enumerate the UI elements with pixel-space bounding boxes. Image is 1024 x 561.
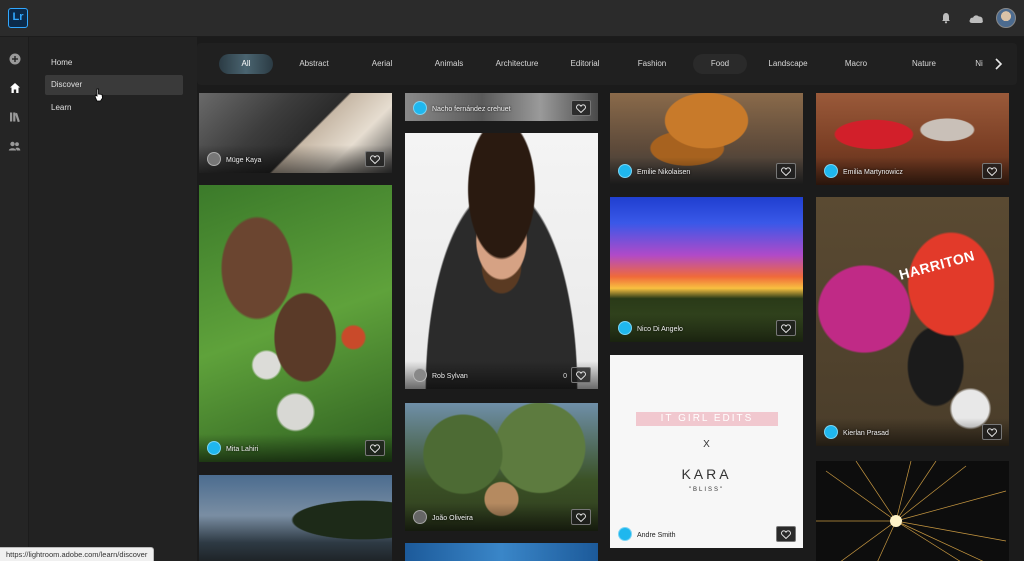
author-name[interactable]: Andre Smith — [637, 532, 676, 539]
photo-image — [816, 461, 1007, 561]
author-avatar[interactable] — [413, 101, 427, 115]
author-name[interactable]: Rob Sylvan — [432, 373, 468, 380]
like-count: 0 — [563, 373, 567, 380]
hand-cursor-icon — [94, 88, 103, 102]
author-name[interactable]: Emilia Martynowicz — [843, 169, 903, 176]
photo-tile[interactable]: HARRITON Kierlan Prasad — [816, 197, 1009, 446]
like-button[interactable] — [982, 424, 1002, 440]
heart-icon — [370, 443, 380, 453]
author-avatar[interactable] — [618, 527, 632, 541]
top-right-icons — [936, 8, 1016, 28]
like-button[interactable] — [365, 440, 385, 456]
photo-tile[interactable]: Rob Sylvan 0 — [405, 133, 598, 389]
author-avatar[interactable] — [618, 164, 632, 178]
nav-item-discover[interactable]: Discover — [45, 75, 183, 95]
discover-feed: All Abstract Aerial Animals Architecture… — [197, 37, 1024, 561]
add-icon[interactable] — [4, 48, 25, 69]
author-avatar[interactable] — [413, 368, 427, 382]
cloud-icon[interactable] — [966, 8, 986, 28]
photo-tile[interactable]: Mita Lahiri — [199, 185, 392, 462]
author-name[interactable]: Kierlan Prasad — [843, 430, 889, 437]
author-avatar[interactable] — [824, 164, 838, 178]
author-name[interactable]: Müge Kaya — [226, 157, 261, 164]
author-avatar[interactable] — [207, 152, 221, 166]
category-chip-abstract[interactable]: Abstract — [287, 54, 341, 74]
heart-icon — [987, 166, 997, 176]
photo-tile[interactable] — [816, 461, 1009, 561]
like-button[interactable] — [365, 151, 385, 167]
heart-icon — [576, 512, 586, 522]
author-avatar[interactable] — [824, 425, 838, 439]
left-rail — [0, 37, 29, 561]
category-chip-animals[interactable]: Animals — [422, 54, 476, 74]
photo-tile[interactable]: Emilia Martynowicz — [816, 93, 1009, 185]
like-button[interactable] — [982, 163, 1002, 179]
category-chip-editorial[interactable]: Editorial — [557, 54, 613, 74]
category-chip-architecture[interactable]: Architecture — [487, 54, 547, 74]
heart-icon — [576, 103, 586, 113]
photo-image — [405, 133, 598, 389]
like-button[interactable] — [776, 526, 796, 542]
category-chip-food[interactable]: Food — [693, 54, 747, 74]
graphic-text-line1: IT GIRL EDITS — [636, 412, 778, 426]
category-chip-aerial[interactable]: Aerial — [355, 54, 409, 74]
photo-tile[interactable]: IT GIRL EDITS X KARA "BLISS" Andre Smith — [610, 355, 803, 548]
category-chip-nature[interactable]: Nature — [897, 54, 951, 74]
photo-tile[interactable]: Nacho fernández crehuet — [405, 93, 598, 121]
photo-tile[interactable]: Emilie Nikolaisen — [610, 93, 803, 185]
author-name[interactable]: Emilie Nikolaisen — [637, 169, 690, 176]
author-name[interactable]: Nico Di Angelo — [637, 326, 683, 333]
photo-tile[interactable]: Nico Di Angelo — [610, 197, 803, 342]
lightroom-logo[interactable]: Lr — [8, 8, 28, 28]
library-icon[interactable] — [4, 106, 25, 127]
top-bar: Lr — [0, 0, 1024, 37]
like-button[interactable] — [571, 509, 591, 525]
author-avatar[interactable] — [207, 441, 221, 455]
nav-item-home[interactable]: Home — [45, 53, 183, 73]
photo-image — [199, 185, 392, 462]
photo-image — [199, 475, 392, 561]
photo-tile[interactable]: Müge Kaya — [199, 93, 392, 173]
category-chip-fashion[interactable]: Fashion — [625, 54, 679, 74]
heart-icon — [987, 427, 997, 437]
photo-tile[interactable] — [199, 475, 392, 561]
nav-item-learn[interactable]: Learn — [45, 98, 183, 118]
like-button[interactable] — [776, 320, 796, 336]
graphic-text-line4: "BLISS" — [688, 487, 725, 493]
bell-icon[interactable] — [936, 8, 956, 28]
chevron-right-icon[interactable] — [993, 57, 1003, 71]
category-bar: All Abstract Aerial Animals Architecture… — [197, 43, 1017, 85]
photo-image — [405, 543, 598, 561]
status-url: https://lightroom.adobe.com/learn/discov… — [0, 547, 155, 561]
people-icon[interactable] — [4, 135, 25, 156]
graphic-text-line2: X — [703, 439, 710, 450]
home-icon[interactable] — [4, 77, 25, 98]
heart-icon — [781, 529, 791, 539]
category-chip-truncated[interactable]: Ni — [969, 54, 989, 74]
heart-icon — [781, 323, 791, 333]
author-name[interactable]: Mita Lahiri — [226, 446, 258, 453]
photo-tile[interactable] — [405, 543, 598, 561]
category-chip-macro[interactable]: Macro — [829, 54, 883, 74]
category-chip-all[interactable]: All — [219, 54, 273, 74]
like-button[interactable] — [571, 367, 591, 383]
heart-icon — [370, 154, 380, 164]
profile-avatar[interactable] — [996, 8, 1016, 28]
graphic-text-line3: KARA — [681, 466, 732, 482]
like-button[interactable] — [571, 100, 591, 116]
side-nav: Home Discover Learn — [29, 37, 197, 561]
author-name[interactable]: Nacho fernández crehuet — [432, 106, 511, 113]
photo-image — [816, 197, 1009, 446]
photo-tile[interactable]: João Oliveira — [405, 403, 598, 531]
author-avatar[interactable] — [618, 321, 632, 335]
heart-icon — [781, 166, 791, 176]
category-chip-landscape[interactable]: Landscape — [759, 54, 817, 74]
author-avatar[interactable] — [413, 510, 427, 524]
like-button[interactable] — [776, 163, 796, 179]
heart-icon — [576, 370, 586, 380]
author-name[interactable]: João Oliveira — [432, 515, 473, 522]
